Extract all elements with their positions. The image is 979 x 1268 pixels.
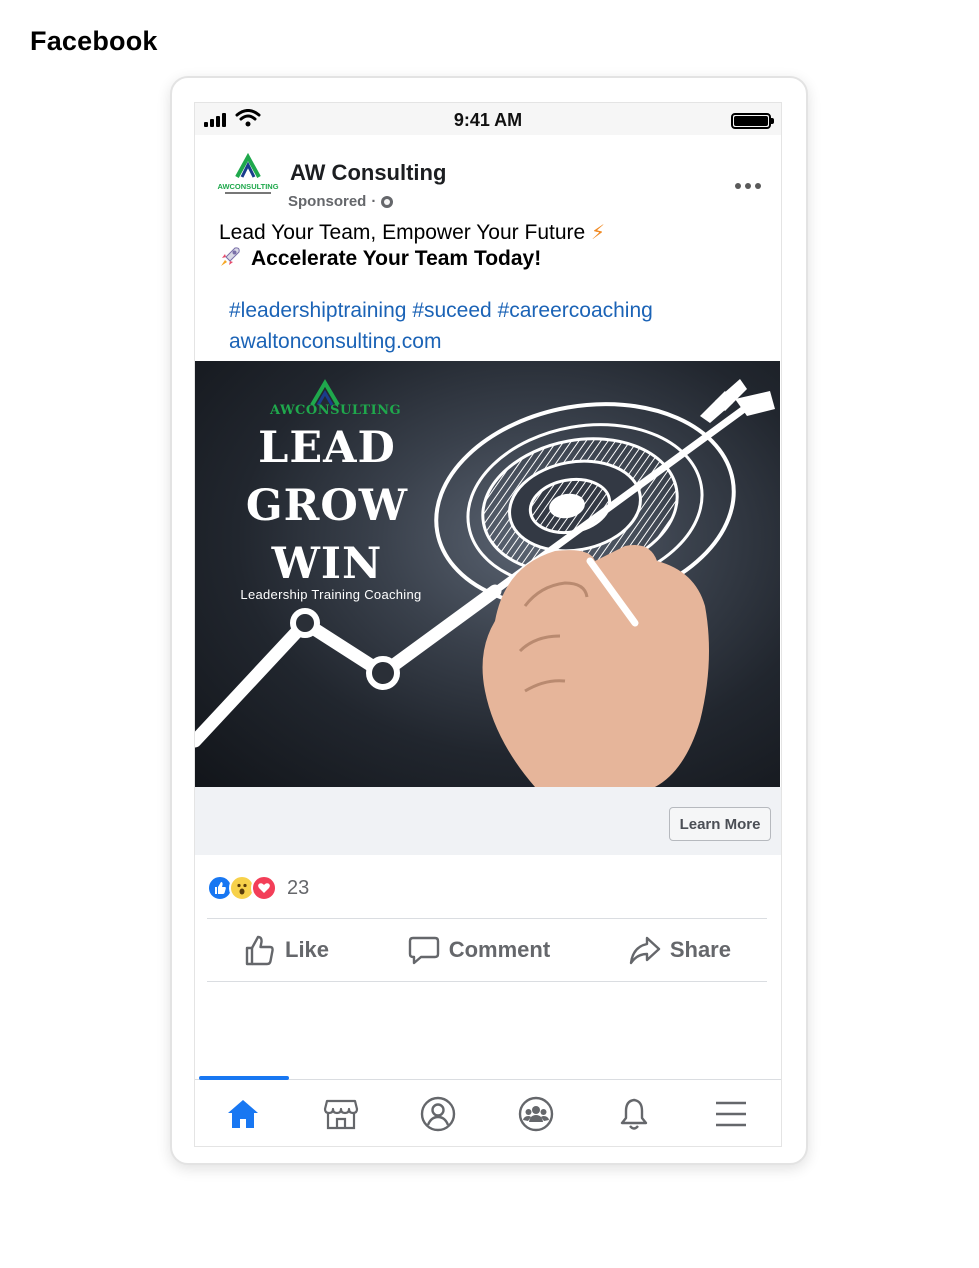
website-link[interactable]: awaltonconsulting.com [229, 330, 441, 353]
nav-groups[interactable] [516, 1094, 556, 1134]
comment-label: Comment [448, 937, 551, 962]
nav-menu[interactable] [711, 1094, 751, 1134]
groups-icon [518, 1096, 554, 1132]
hashtags: #leadershiptraining #suceed #careercoach… [229, 295, 653, 357]
bottom-nav [195, 1076, 781, 1146]
share-icon [629, 936, 661, 965]
page-avatar[interactable]: AWCONSULTING [215, 143, 281, 203]
ad-logo-text: AWCONSULTING [270, 403, 402, 418]
reactions-summary[interactable]: 23 [207, 873, 309, 903]
hashtag-link[interactable]: #careercoaching [498, 299, 653, 322]
more-options-button[interactable] [735, 183, 761, 189]
marketplace-icon [323, 1099, 359, 1130]
avatar-logo-text: AWCONSULTING [217, 182, 278, 191]
sponsored-label: Sponsored [288, 193, 367, 210]
ad-subtitle: Leadership Training Coaching [240, 587, 422, 602]
globe-icon [381, 195, 394, 208]
nav-marketplace[interactable] [321, 1094, 361, 1134]
hashtag-link[interactable]: #leadershiptraining [229, 299, 406, 322]
ad-headline-grow: GROW [245, 481, 409, 531]
like-button[interactable]: Like [243, 933, 329, 967]
post-text: Lead Your Team, Empower Your Future ⚡ Ac… [219, 220, 605, 272]
home-icon [228, 1100, 258, 1128]
aw-logo-icon: AWCONSULTING [217, 152, 279, 194]
post-actions: Like Comment Share [207, 919, 767, 981]
share-button[interactable]: Share [628, 933, 731, 967]
comment-button[interactable]: Comment [407, 933, 550, 967]
phone-screen: 9:41 AM AWCONSULTING AW Consulting Spons… [194, 102, 782, 1147]
post-text-line1-text: Lead Your Team, Empower Your Future [219, 221, 586, 244]
post-text-line2-text: Accelerate Your Team Today! [251, 247, 542, 270]
phone-frame: 9:41 AM AWCONSULTING AW Consulting Spons… [170, 76, 808, 1165]
ad-headline: LEAD GROW WIN [227, 419, 427, 593]
battery-icon [731, 113, 774, 129]
comment-icon [408, 936, 439, 965]
share-label: Share [669, 937, 731, 962]
ad-headline-win: WIN [271, 539, 383, 589]
sponsored-row: Sponsored · [288, 193, 394, 210]
post-text-line1: Lead Your Team, Empower Your Future ⚡ [219, 220, 605, 246]
page-name[interactable]: AW Consulting [290, 160, 446, 186]
cta-strip: Learn More [195, 787, 781, 855]
profile-icon [420, 1096, 456, 1132]
menu-icon [716, 1101, 746, 1127]
love-reaction-icon [251, 875, 277, 901]
learn-more-button[interactable]: Learn More [669, 807, 771, 841]
hashtag-link[interactable]: #suceed [412, 299, 491, 322]
divider [207, 981, 767, 982]
notifications-icon [620, 1098, 648, 1130]
separator-dot: · [371, 193, 377, 210]
nav-home[interactable] [223, 1094, 263, 1134]
nav-notifications[interactable] [614, 1094, 654, 1134]
status-time: 9:41 AM [453, 110, 523, 130]
nav-active-indicator [199, 1076, 289, 1080]
rocket-icon [221, 247, 240, 266]
lightning-icon: ⚡ [591, 222, 606, 244]
nav-profile[interactable] [418, 1094, 458, 1134]
post-text-line2: Accelerate Your Team Today! [219, 246, 605, 272]
like-label: Like [285, 937, 330, 962]
post-header: AWCONSULTING AW Consulting Sponsored · [195, 135, 781, 215]
reaction-count: 23 [287, 876, 310, 899]
thumbs-up-icon [245, 935, 274, 966]
page-label: Facebook [30, 26, 158, 56]
status-bar: 9:41 AM [195, 103, 781, 135]
ad-image[interactable]: AWCONSULTING LEAD GROW WIN Leadership Tr… [195, 361, 780, 787]
ad-headline-lead: LEAD [258, 423, 396, 473]
